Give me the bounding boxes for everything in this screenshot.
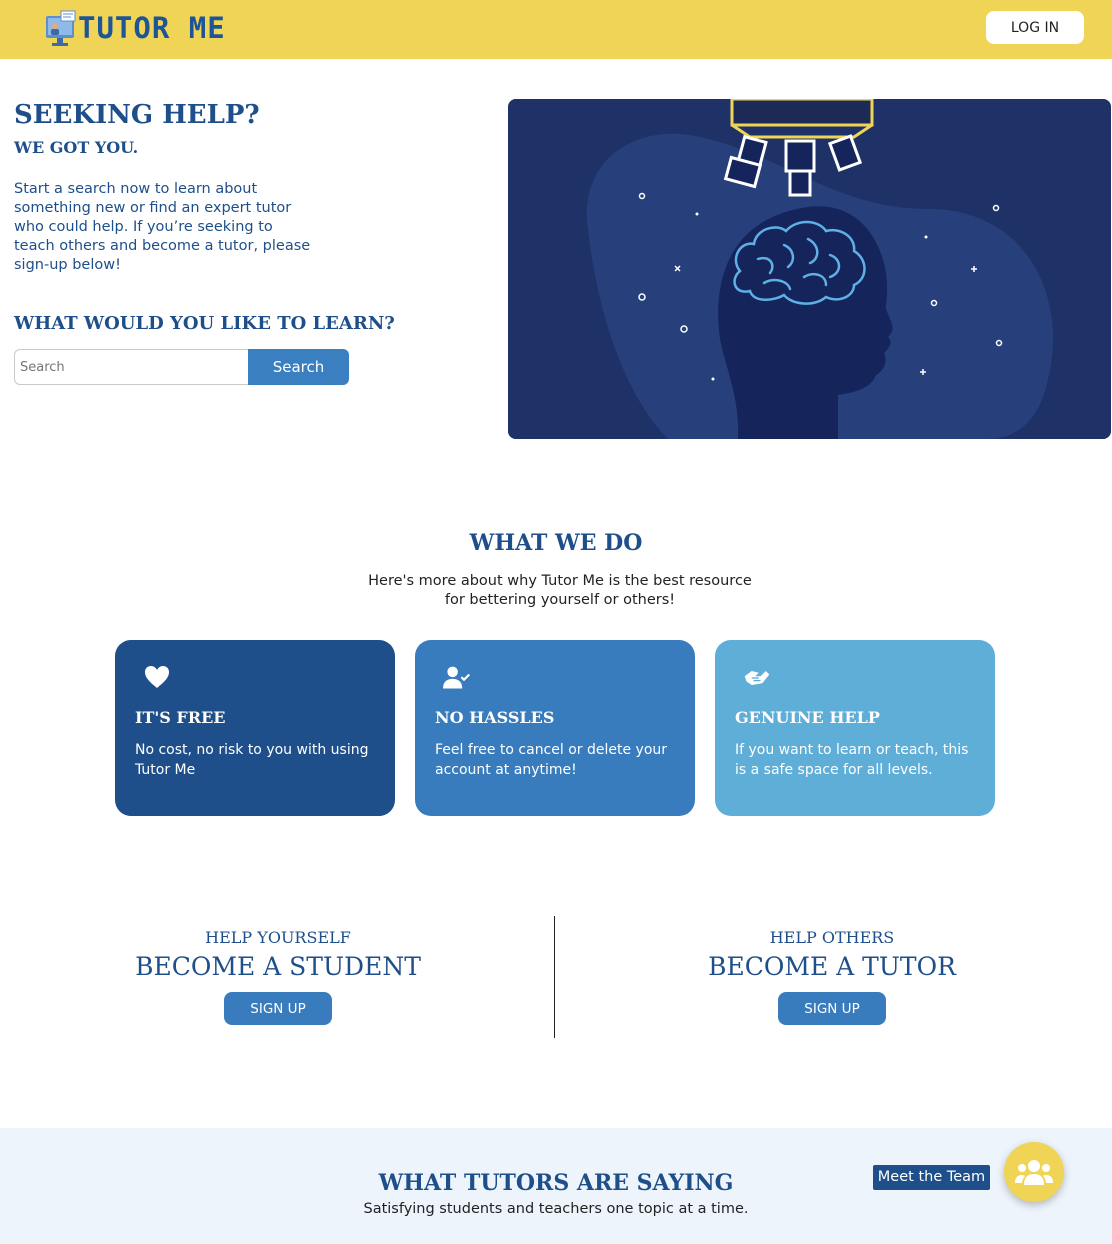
header: TUTOR ME LOG IN xyxy=(0,0,1112,59)
logo-text: TUTOR ME xyxy=(78,11,226,45)
hero-subtitle: WE GOT YOU. xyxy=(14,138,139,157)
learn-title: WHAT WOULD YOU LIKE TO LEARN? xyxy=(14,313,395,334)
student-title: BECOME A STUDENT xyxy=(135,952,421,981)
student-signup-button[interactable]: SIGN UP xyxy=(224,992,332,1025)
users-icon xyxy=(1015,1160,1053,1185)
card-text: No cost, no risk to you with using Tutor… xyxy=(135,742,369,778)
brain-microscope-illustration xyxy=(508,99,1111,439)
student-kicker: HELP YOURSELF xyxy=(205,928,351,947)
feature-card-genuine-help: GENUINE HELP If you want to learn or tea… xyxy=(715,640,995,816)
tutor-title: BECOME A TUTOR xyxy=(708,952,956,981)
card-title: IT'S FREE xyxy=(135,708,226,727)
user-check-icon xyxy=(443,666,471,689)
login-button[interactable]: LOG IN xyxy=(986,11,1084,44)
logo[interactable]: TUTOR ME xyxy=(44,10,226,46)
search-bar: Search xyxy=(14,349,349,385)
student-signup-section: HELP YOURSELF BECOME A STUDENT SIGN UP xyxy=(78,928,478,1025)
tutor-signup-section: HELP OTHERS BECOME A TUTOR SIGN UP xyxy=(632,928,1032,1025)
what-we-do-description: Here's more about why Tutor Me is the be… xyxy=(368,573,752,608)
computer-logo-icon xyxy=(46,10,76,46)
tutor-kicker: HELP OTHERS xyxy=(769,928,895,947)
testimonials-subtitle: Satisfying students and teachers one top… xyxy=(363,1201,749,1217)
hero-description: Start a search now to learn about someth… xyxy=(14,181,311,273)
search-input[interactable] xyxy=(14,349,248,385)
feature-card-no-hassles: NO HASSLES Feel free to cancel or delete… xyxy=(415,640,695,816)
what-we-do-title: WHAT WE DO xyxy=(469,530,643,556)
meet-team-label[interactable]: Meet the Team xyxy=(873,1165,990,1190)
card-title: GENUINE HELP xyxy=(735,708,880,727)
card-text: If you want to learn or teach, this is a… xyxy=(735,742,969,778)
tutor-signup-button[interactable]: SIGN UP xyxy=(778,992,886,1025)
card-title: NO HASSLES xyxy=(435,708,555,727)
meet-team-button[interactable] xyxy=(1004,1142,1064,1202)
section-divider xyxy=(554,916,555,1038)
heart-icon xyxy=(145,666,169,688)
card-text: Feel free to cancel or delete your accou… xyxy=(435,742,668,778)
hero-title: SEEKING HELP? xyxy=(14,100,260,130)
handshake-icon xyxy=(744,671,770,685)
search-button[interactable]: Search xyxy=(248,349,349,385)
feature-card-free: IT'S FREE No cost, no risk to you with u… xyxy=(115,640,395,816)
hero-illustration xyxy=(508,99,1111,439)
